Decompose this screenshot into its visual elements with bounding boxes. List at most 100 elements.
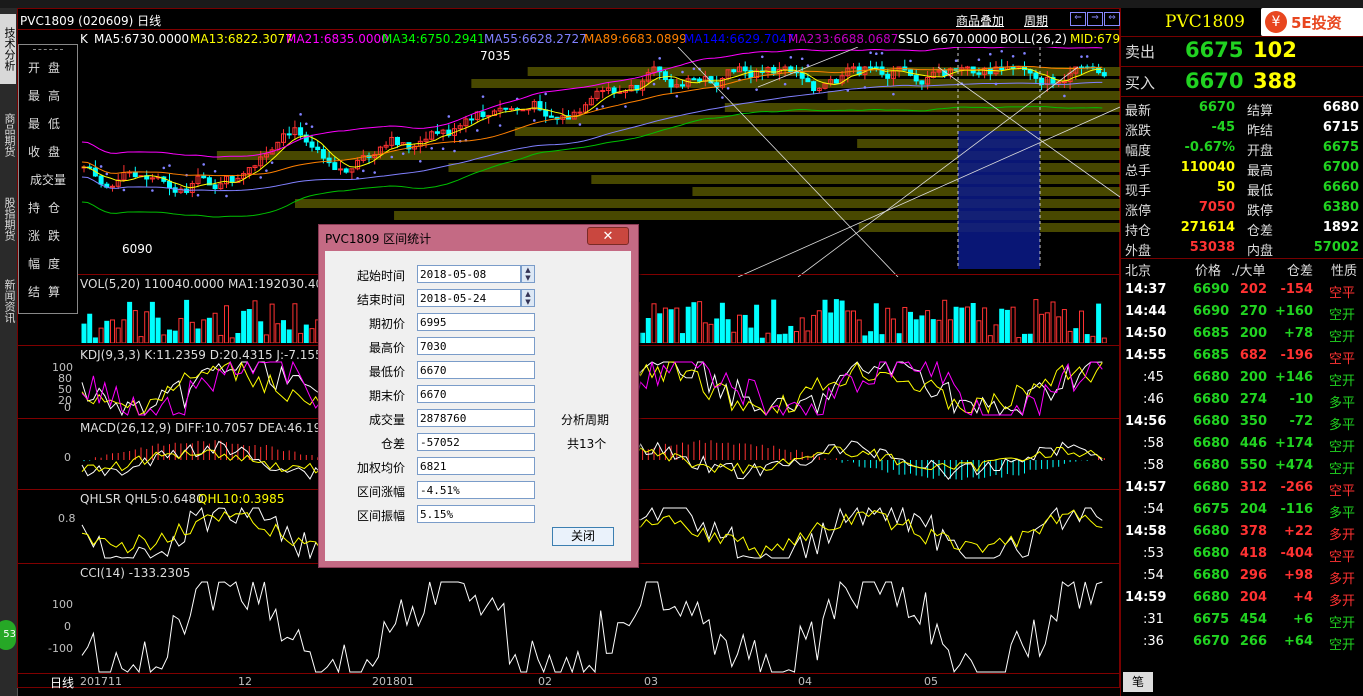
chart-title: PVC1809 (020609) 日线 (20, 14, 162, 28)
interval-change-label: 区间涨幅 (356, 485, 405, 499)
qhl10-legend: QHL10:0.3985 (198, 492, 285, 506)
volume-field[interactable]: 2878760 (417, 409, 535, 427)
menu-item-close[interactable]: 收盘 (19, 141, 77, 163)
dialog-title: PVC1809 区间统计 (325, 232, 432, 246)
tick-type: 空平 (1329, 352, 1356, 367)
ask-price: 6675 (1185, 38, 1244, 62)
x-axis-label: 201711 (80, 675, 122, 688)
close-button[interactable]: 关闭 (552, 527, 614, 546)
product-overlay-link[interactable]: 商品叠加 (956, 12, 1004, 29)
menu-item-range[interactable]: 幅度 (19, 253, 77, 275)
menu-grip (33, 49, 63, 50)
menu-item-settle[interactable]: 结算 (19, 281, 77, 303)
tick-type: 空平 (1329, 484, 1356, 499)
menu-item-high[interactable]: 最高 (19, 85, 77, 107)
interval-change-field[interactable]: -4.51% (417, 481, 535, 499)
tick-row: 14:37 6690 202 -154 空平 (1121, 282, 1363, 304)
tick-oi: +22 (1284, 524, 1313, 539)
ask-label: 卖出 (1125, 43, 1156, 61)
boll-legend: BOLL(26,2) (1000, 32, 1067, 46)
start-time-input[interactable]: 2018-05-08 (417, 265, 521, 283)
tab-news[interactable]: 新闻资讯 (0, 266, 16, 336)
status-badge[interactable]: 53 (0, 620, 16, 650)
tick-type: 空开 (1329, 374, 1356, 389)
menu-item-change[interactable]: 涨跌 (19, 225, 77, 247)
low-price-field[interactable]: 6670 (417, 361, 535, 379)
ma34-legend: MA34:6750.2941 (382, 32, 485, 46)
tick-row: :54 6680 296 +98 多开 (1121, 568, 1363, 590)
period-link[interactable]: 周期 (1024, 12, 1048, 29)
quote-row: 外盘 53038 内盘 57002 (1121, 240, 1363, 260)
menu-item-open[interactable]: 开盘 (19, 57, 77, 79)
tick-time: :45 (1143, 370, 1164, 385)
open-price-label: 期初价 (368, 317, 405, 331)
end-time-label: 结束时间 (356, 293, 405, 307)
ma233-legend: MA233:6688.0687 (788, 32, 899, 46)
menu-item-volume[interactable]: 成交量 (19, 169, 77, 191)
tick-type: 多开 (1329, 528, 1356, 543)
tab-technical-analysis[interactable]: 技术分析 (0, 14, 16, 84)
tick-volume: 312 (1239, 480, 1267, 495)
tick-price: 6680 (1193, 414, 1230, 429)
end-time-input[interactable]: 2018-05-24 (417, 289, 521, 307)
ma89-legend: MA89:6683.0899 (584, 32, 687, 46)
tick-volume: 296 (1239, 568, 1267, 583)
open-price-field[interactable]: 6995 (417, 313, 535, 331)
quote-label: 跌停 (1247, 204, 1274, 219)
x-axis-period: 日线 (50, 676, 75, 690)
quote-label: 最新 (1125, 104, 1152, 119)
weighted-avg-field[interactable]: 6821 (417, 457, 535, 475)
tick-time: :58 (1143, 458, 1164, 473)
interval-amplitude-field[interactable]: 5.15% (417, 505, 535, 523)
quote-row: 涨停 7050 跌停 6380 (1121, 200, 1363, 220)
tab-commodity-futures[interactable]: 商品期货 (0, 100, 16, 170)
tick-price: 6685 (1193, 326, 1230, 341)
quote-row: 幅度 -0.67% 开盘 6675 (1121, 140, 1363, 160)
quote-label: 现手 (1125, 184, 1152, 199)
tick-time: :54 (1143, 568, 1164, 583)
tab-ticks[interactable]: 笔 (1123, 672, 1153, 692)
tick-type: 空开 (1329, 462, 1356, 477)
close-icon[interactable]: ✕ (587, 227, 629, 245)
nav-right-icon[interactable]: ⇒ (1087, 12, 1103, 26)
logo-text: 5E投资 (1291, 14, 1342, 32)
menu-item-oi[interactable]: 持仓 (19, 197, 77, 219)
tick-row: 14:55 6685 682 -196 空平 (1121, 348, 1363, 370)
tick-row: 14:50 6685 200 +78 空开 (1121, 326, 1363, 348)
tick-volume: 200 (1239, 326, 1267, 341)
tick-time: :36 (1143, 634, 1164, 649)
tab-index-futures[interactable]: 股指期货 (0, 184, 16, 254)
tick-type: 空平 (1329, 286, 1356, 301)
tick-type: 空平 (1329, 550, 1356, 565)
tick-type: 多平 (1329, 506, 1356, 521)
x-axis-label: 201801 (372, 675, 414, 688)
end-time-spinner[interactable]: ▲ ▼ (521, 289, 535, 307)
logo-icon: ¥ (1265, 11, 1287, 33)
bid-label: 买入 (1125, 74, 1156, 92)
tick-type: 多平 (1329, 418, 1356, 433)
high-price-field[interactable]: 7030 (417, 337, 535, 355)
tick-volume: 266 (1239, 634, 1267, 649)
tick-row: 14:57 6680 312 -266 空平 (1121, 480, 1363, 502)
tick-time: 14:55 (1125, 348, 1167, 363)
quote-value: 110040 (1180, 160, 1235, 175)
quote-value: 6380 (1322, 200, 1359, 215)
high-price-mark: 7035 (480, 49, 511, 63)
start-time-label: 起始时间 (356, 269, 405, 283)
nav-expand-icon[interactable]: ⇔ (1104, 12, 1120, 26)
start-time-spinner[interactable]: ▲ ▼ (521, 265, 535, 283)
quote-label: 内盘 (1247, 244, 1274, 259)
menu-item-low[interactable]: 最低 (19, 113, 77, 135)
tick-header-price: 价格 (1195, 264, 1222, 279)
nav-left-icon[interactable]: ⇐ (1070, 12, 1086, 26)
qhlsr-legend: QHLSR QHL5:0.6480 (80, 492, 204, 506)
tick-price: 6685 (1193, 348, 1230, 363)
close-price-field[interactable]: 6670 (417, 385, 535, 403)
oi-change-field[interactable]: -57052 (417, 433, 535, 451)
tick-oi: +474 (1274, 458, 1313, 473)
kdj-axis-0: 0 (64, 401, 71, 414)
quote-value: 271614 (1180, 220, 1235, 235)
tick-row: :45 6680 200 +146 空开 (1121, 370, 1363, 392)
cci-axis-0: 0 (64, 620, 71, 633)
analysis-period-label: 分析周期 (561, 413, 610, 427)
